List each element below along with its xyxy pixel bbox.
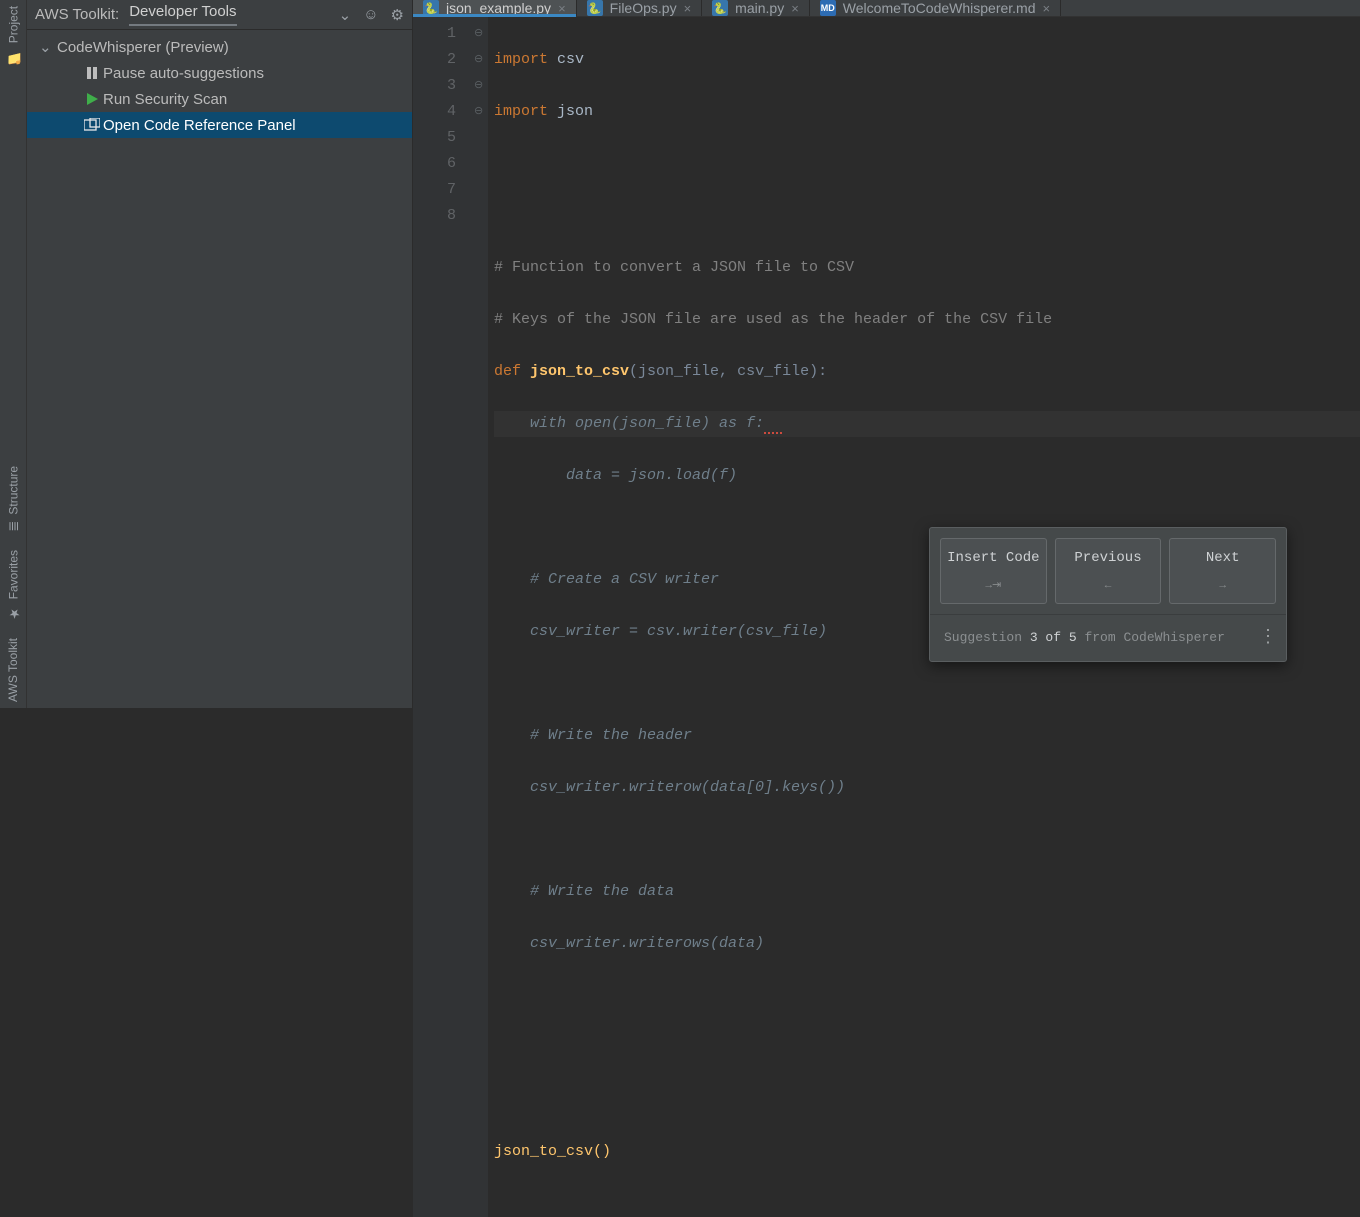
fold-gutter: ⊖⊖⊖⊖ [474, 17, 488, 1217]
suggestion-status: Suggestion 3 of 5 from CodeWhisperer [944, 625, 1225, 651]
rail-favorites[interactable]: ★ Favorites [6, 550, 21, 620]
button-shortcut: → [1174, 573, 1271, 599]
code-editor[interactable]: 1 2 3 4 5 6 7 8 ⊖⊖⊖⊖ import csv import j… [413, 17, 1360, 1217]
tree-item-run-security-scan[interactable]: Run Security Scan [27, 86, 412, 112]
line-number: 1 [413, 21, 456, 47]
tab-label: WelcomeToCodeWhisperer.md [843, 0, 1036, 16]
tree-label: Open Code Reference Panel [103, 117, 296, 134]
tree-label: Pause auto-suggestions [103, 65, 264, 82]
pause-icon [81, 66, 103, 80]
tab-label: FileOps.py [610, 0, 677, 16]
button-shortcut: →⇥ [945, 573, 1042, 599]
tab-welcome-md[interactable]: MD WelcomeToCodeWhisperer.md × [810, 0, 1061, 16]
structure-icon: ≣ [6, 521, 21, 532]
code-suggestion: with open(json_file) as f: [494, 415, 764, 432]
markdown-file-icon: MD [820, 0, 836, 16]
folder-icon: 📁 [6, 49, 21, 65]
button-label: Previous [1074, 550, 1141, 566]
code-suggestion: # Write the data [494, 883, 674, 900]
star-icon: ★ [6, 605, 21, 620]
code-suggestion: # Write the header [494, 727, 692, 744]
tree-label: Run Security Scan [103, 91, 227, 108]
play-icon [81, 92, 103, 106]
tab-fileops[interactable]: 🐍 FileOps.py × [577, 0, 703, 16]
code-token: json [548, 103, 593, 120]
error-underline [764, 415, 782, 434]
python-file-icon: 🐍 [712, 0, 728, 16]
tab-main[interactable]: 🐍 main.py × [702, 0, 810, 16]
button-label: Next [1206, 550, 1240, 566]
line-number: 2 [413, 47, 456, 73]
rail-label: Favorites [6, 550, 20, 599]
tree-label: CodeWhisperer (Preview) [57, 39, 229, 56]
code-suggestion: csv_writer = csv.writer(csv_file) [494, 623, 827, 640]
chevron-down-icon: ⌄ [39, 38, 57, 56]
codewhisperer-suggestion-popup: Insert Code →⇥ Previous ← Next → Suggest… [929, 527, 1287, 662]
code-suggestion: csv_writer.writerow(data[0].keys()) [494, 779, 845, 796]
editor-tab-bar: 🐍 json_example.py × 🐍 FileOps.py × 🐍 mai… [413, 0, 1360, 17]
tab-label: main.py [735, 0, 784, 16]
aws-toolkit-panel: AWS Toolkit: Developer Tools ⌄ ☺ ⚙ ⌄ Cod… [27, 0, 413, 708]
panel-header: AWS Toolkit: Developer Tools ⌄ ☺ ⚙ [27, 0, 412, 30]
rail-label: Structure [6, 466, 20, 515]
code-token: import [494, 51, 548, 68]
line-number-gutter: 1 2 3 4 5 6 7 8 [413, 17, 474, 1217]
line-number: 4 [413, 99, 456, 125]
tree-node-codewhisperer[interactable]: ⌄ CodeWhisperer (Preview) [27, 34, 412, 60]
developer-tools-tree: ⌄ CodeWhisperer (Preview) Pause auto-sug… [27, 30, 412, 142]
line-number: 3 [413, 73, 456, 99]
panel-icon [81, 118, 103, 132]
editor-area: 🐍 json_example.py × 🐍 FileOps.py × 🐍 mai… [413, 0, 1360, 708]
code-token: (json_file, csv_file): [629, 363, 827, 380]
python-file-icon: 🐍 [587, 0, 603, 16]
code-token: import [494, 103, 548, 120]
gear-icon[interactable]: ⚙ [391, 6, 404, 24]
panel-tab-developer-tools[interactable]: Developer Tools [129, 3, 236, 26]
feedback-icon[interactable]: ☺ [363, 6, 378, 23]
code-token: json_to_csv [530, 363, 629, 380]
code-token: json_to_csv() [494, 1143, 611, 1160]
rail-project[interactable]: 📁 Project [6, 6, 21, 65]
line-number: 7 [413, 177, 456, 203]
tab-label: json_example.py [446, 0, 551, 16]
code-suggestion: data = json.load(f) [494, 467, 737, 484]
close-icon[interactable]: × [684, 1, 692, 16]
line-number: 5 [413, 125, 456, 151]
insert-code-button[interactable]: Insert Code →⇥ [940, 538, 1047, 604]
tab-json-example[interactable]: 🐍 json_example.py × [413, 0, 577, 16]
tool-window-rail: 📁 Project ≣ Structure ★ Favorites AWS To… [0, 0, 27, 708]
rail-label: Project [6, 6, 20, 43]
code-comment: # Function to convert a JSON file to CSV [494, 259, 854, 276]
rail-structure[interactable]: ≣ Structure [6, 466, 21, 532]
rail-label: AWS Toolkit [6, 638, 20, 702]
tree-item-pause-suggestions[interactable]: Pause auto-suggestions [27, 60, 412, 86]
code-token: def [494, 363, 530, 380]
python-file-icon: 🐍 [423, 0, 439, 16]
chevron-down-icon[interactable]: ⌄ [339, 6, 352, 24]
button-label: Insert Code [947, 550, 1039, 566]
button-shortcut: ← [1060, 573, 1157, 599]
panel-title: AWS Toolkit: [35, 6, 119, 23]
tree-item-open-code-reference[interactable]: Open Code Reference Panel [27, 112, 412, 138]
rail-aws-toolkit[interactable]: AWS Toolkit [6, 638, 20, 702]
code-suggestion: # Create a CSV writer [494, 571, 719, 588]
code-suggestion: csv_writer.writerows(data) [494, 935, 764, 952]
code-comment: # Keys of the JSON file are used as the … [494, 311, 1052, 328]
kebab-menu-icon[interactable]: ⋮ [1259, 625, 1276, 651]
close-icon[interactable]: × [791, 1, 799, 16]
line-number: 6 [413, 151, 456, 177]
code-token: csv [548, 51, 584, 68]
line-number: 8 [413, 203, 456, 229]
close-icon[interactable]: × [558, 1, 566, 16]
next-suggestion-button[interactable]: Next → [1169, 538, 1276, 604]
close-icon[interactable]: × [1043, 1, 1051, 16]
previous-suggestion-button[interactable]: Previous ← [1055, 538, 1162, 604]
